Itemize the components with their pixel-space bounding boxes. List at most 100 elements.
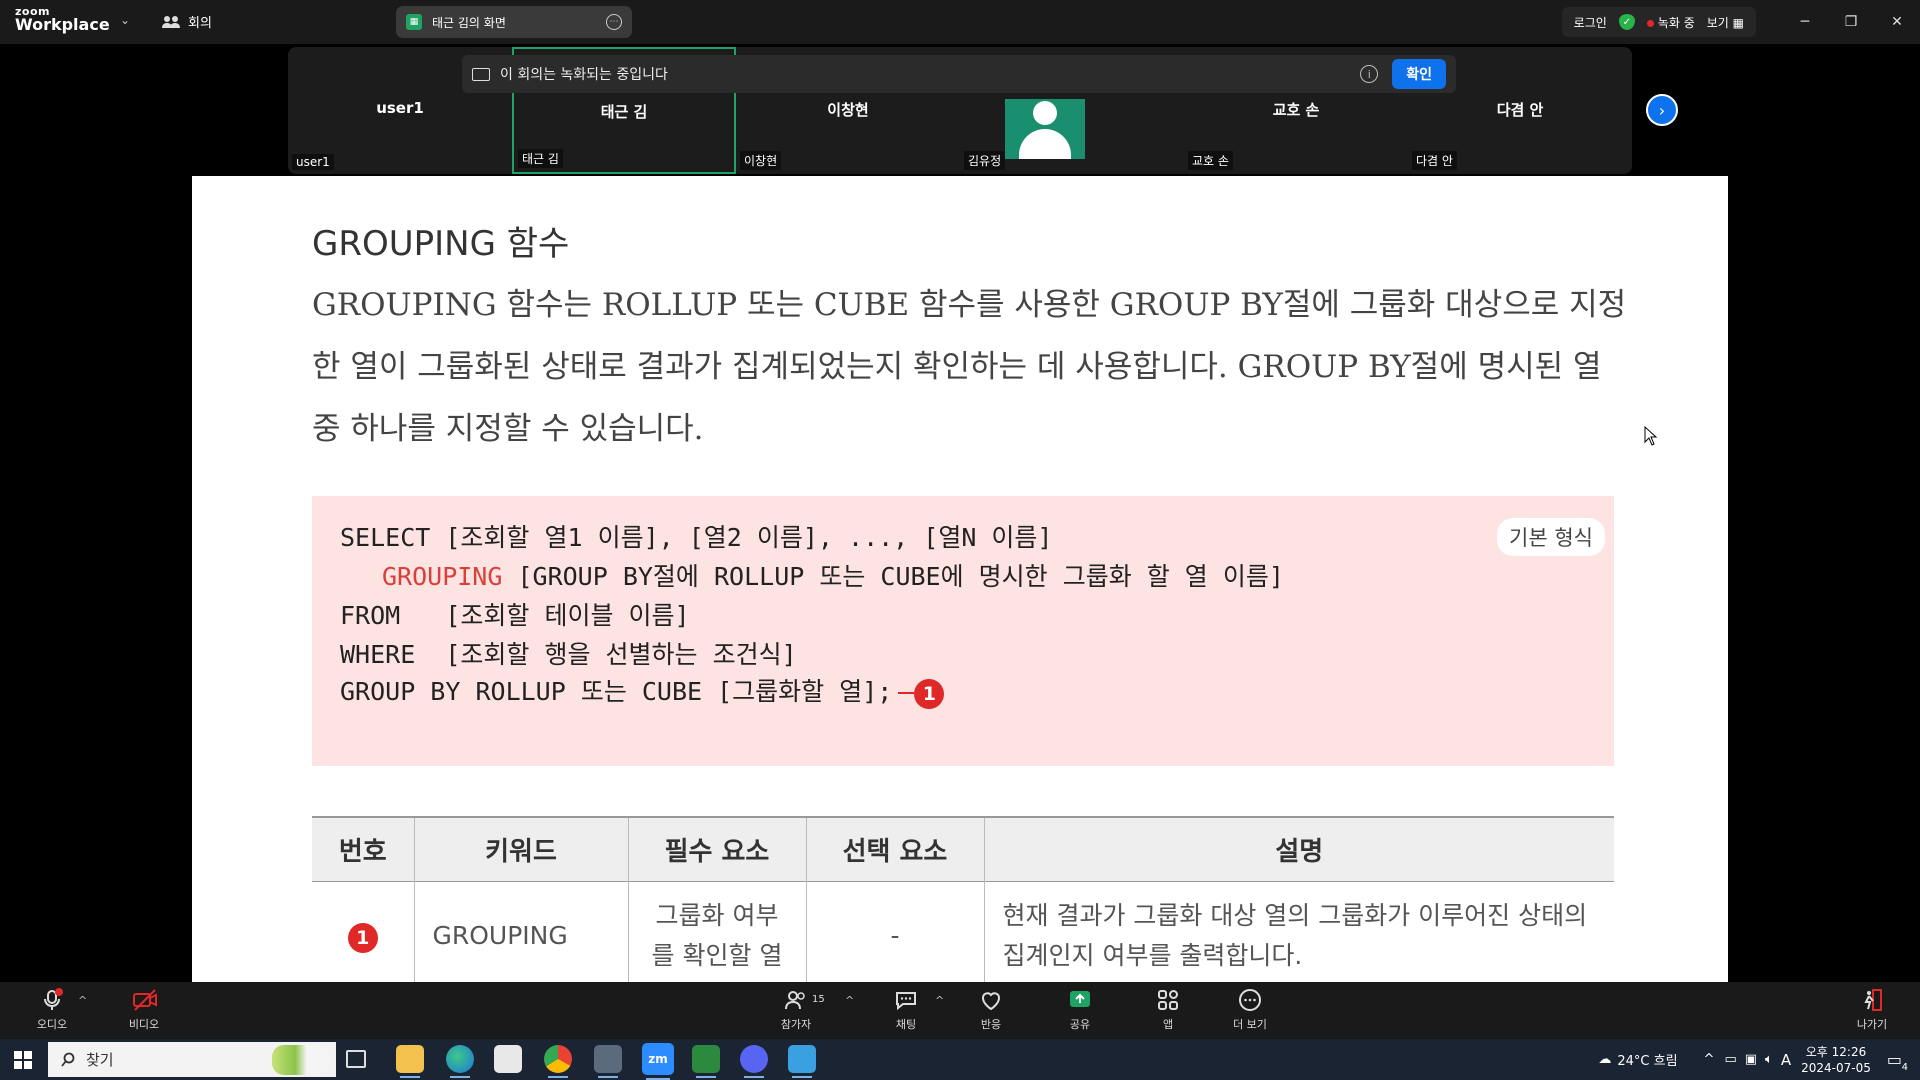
more-icon — [1238, 988, 1262, 1012]
info-icon[interactable]: i — [1360, 65, 1379, 83]
meeting-button[interactable]: 회의 — [162, 12, 212, 31]
edge-browser-icon[interactable] — [446, 1045, 474, 1078]
microphone-muted-icon — [40, 988, 64, 1012]
table-header-row: 번호 키워드 필수 요소 선택 요소 설명 — [312, 817, 1614, 881]
chevron-right-icon: › — [1658, 100, 1666, 120]
zoom-title-bar: zoom Workplace ⌄ 회의 ▦ 태근 김의 화면 ⋯ 로그인 ✓ 녹… — [0, 0, 1920, 44]
table-row: 1 GROUPING 그룹화 여부를 확인할 열 - 현재 결과가 그룹화 대상… — [312, 881, 1614, 982]
recording-indicator[interactable]: 녹화 중 — [1646, 14, 1695, 31]
avatar — [1005, 99, 1085, 159]
shared-screen-content: GROUPING 함수 GROUPING 함수는 ROLLUP 또는 CUBE … — [192, 176, 1728, 982]
confirm-button[interactable]: 확인 — [1392, 59, 1446, 89]
header-keyword: 키워드 — [413, 817, 628, 881]
syntax-line-from: FROM [조회할 테이블 이름] — [340, 601, 690, 630]
description-text: 현재 결과가 그룹화 대상 열의 그룹화가 이루어진 상태의 집계인지 여부를 … — [1002, 901, 1588, 971]
zoom-app-icon[interactable]: zm — [642, 1043, 674, 1080]
mouse-cursor-icon — [1644, 426, 1658, 446]
logo-line2: Workplace — [15, 15, 110, 34]
participant-label: 태근 김 — [518, 149, 563, 168]
login-button[interactable]: 로그인 — [1574, 14, 1607, 31]
apps-icon — [1156, 988, 1180, 1012]
more-label: 더 보기 — [1233, 1018, 1267, 1031]
reactions-button[interactable]: 반응 — [971, 988, 1011, 1032]
participant-label: 다겸 안 — [1412, 151, 1457, 170]
participant-label: 이창현 — [740, 151, 782, 170]
chrome-icon[interactable] — [544, 1045, 572, 1078]
audio-button[interactable]: 오디오 — [32, 988, 72, 1032]
video-label: 비디오 — [128, 1018, 160, 1031]
view-label: 보기 — [1706, 15, 1729, 30]
header-required: 필수 요소 — [627, 817, 806, 881]
system-tray: ☁ 24°C 흐림 ^ ▭ ▣ 🔈︎ A 오후 12:26 2024-07-05… — [1598, 1039, 1920, 1080]
participant-name: 이창현 — [827, 101, 869, 119]
keyword-table: 번호 키워드 필수 요소 선택 요소 설명 1 GROUPING 그룹화 여부를… — [312, 816, 1614, 982]
participants-options-caret[interactable]: ^ — [845, 994, 854, 1007]
clock-date: 2024-07-05 — [1801, 1060, 1871, 1075]
number-badge: 1 — [347, 923, 378, 954]
task-view-icon[interactable] — [346, 1050, 366, 1068]
onedrive-icon[interactable]: ▭ — [1724, 1052, 1736, 1067]
meeting-label: 회의 — [188, 16, 212, 31]
notepad-icon[interactable] — [594, 1045, 622, 1078]
cell-description: 현재 결과가 그룹화 대상 열의 그룹화가 이루어진 상태의 집계인지 여부를 … — [983, 881, 1614, 982]
photos-icon[interactable] — [788, 1045, 816, 1078]
share-button[interactable]: 공유 — [1060, 988, 1100, 1032]
share-label: 공유 — [1069, 1018, 1091, 1031]
screen-share-pill[interactable]: ▦ 태근 김의 화면 ⋯ — [396, 6, 632, 38]
video-button[interactable]: 비디오 — [124, 988, 164, 1032]
cell-number: 1 — [312, 881, 414, 982]
tray-overflow-chevron-icon[interactable]: ^ — [1704, 1052, 1715, 1067]
chat-icon — [894, 988, 918, 1012]
search-placeholder: 찾기 — [86, 1051, 114, 1069]
more-button[interactable]: 더 보기 — [1228, 988, 1272, 1032]
record-dot-icon — [1646, 19, 1654, 27]
cell-keyword: GROUPING — [413, 881, 628, 982]
file-explorer-icon[interactable] — [396, 1045, 424, 1078]
next-page-button[interactable]: › — [1646, 94, 1678, 126]
syntax-line-where: WHERE [조회할 행을 선별하는 조건식] — [340, 640, 797, 669]
share-screen-icon — [1068, 988, 1092, 1012]
media-player-icon[interactable] — [692, 1045, 720, 1078]
clock[interactable]: 오후 12:26 2024-07-05 — [1801, 1044, 1871, 1076]
view-button[interactable]: 보기 ▦ — [1707, 14, 1744, 31]
minimize-button[interactable]: ─ — [1782, 14, 1828, 30]
taskbar-search[interactable]: 찾기 — [48, 1042, 336, 1077]
participants-icon — [784, 988, 808, 1012]
store-icon[interactable] — [494, 1045, 522, 1073]
cell-required: 그룹화 여부를 확인할 열 — [627, 881, 806, 982]
notification-center-icon[interactable]: ▭ 4 — [1887, 1050, 1908, 1073]
apps-button[interactable]: 앱 — [1148, 988, 1188, 1032]
chevron-down-icon[interactable]: ⌄ — [120, 13, 130, 27]
windows-start-icon[interactable] — [14, 1051, 32, 1069]
grouping-args: [GROUP BY절에 ROLLUP 또는 CUBE에 명시한 그룹화 할 열 … — [502, 562, 1284, 591]
network-icon[interactable]: ▣ — [1745, 1052, 1757, 1067]
leave-button[interactable]: 나가기 — [1850, 988, 1894, 1032]
restore-button[interactable]: ❐ — [1828, 14, 1874, 30]
chat-button[interactable]: 채팅 — [886, 988, 926, 1032]
audio-label: 오디오 — [36, 1018, 68, 1031]
weather-text[interactable]: 24°C 흐림 — [1617, 1050, 1677, 1069]
volume-icon[interactable]: 🔈︎ — [1765, 1052, 1773, 1067]
chat-options-caret[interactable]: ^ — [935, 994, 944, 1007]
participant-label: user1 — [292, 154, 334, 170]
grouping-keyword: GROUPING — [382, 562, 503, 591]
weather-icon[interactable]: ☁ — [1598, 1052, 1611, 1067]
shield-icon[interactable]: ✓ — [1618, 14, 1635, 30]
leave-label: 나가기 — [1856, 1018, 1888, 1031]
close-button[interactable]: ✕ — [1874, 14, 1920, 30]
participant-label: 교호 손 — [1188, 151, 1233, 170]
syntax-line-select: SELECT [조회할 열1 이름], [열2 이름], ..., [열N 이름… — [340, 523, 1053, 552]
windows-taskbar: 찾기 zm ☁ 24°C 흐림 ^ ▭ ▣ 🔈︎ A 오후 12:26 2024… — [0, 1039, 1920, 1080]
sheet-icon: ▦ — [406, 14, 422, 30]
search-highlight-icon — [272, 1044, 330, 1075]
ime-indicator[interactable]: A — [1781, 1051, 1791, 1069]
recording-label: 녹화 중 — [1657, 15, 1695, 30]
participant-name: 다겸 안 — [1496, 101, 1544, 119]
audio-options-caret[interactable]: ^ — [78, 994, 87, 1007]
heart-icon — [979, 988, 1003, 1012]
more-icon[interactable]: ⋯ — [606, 14, 622, 30]
discord-icon[interactable] — [740, 1045, 768, 1078]
reactions-label: 반응 — [980, 1018, 1002, 1031]
camera-record-icon — [472, 67, 490, 81]
syntax-badge: 기본 형식 — [1497, 518, 1605, 556]
